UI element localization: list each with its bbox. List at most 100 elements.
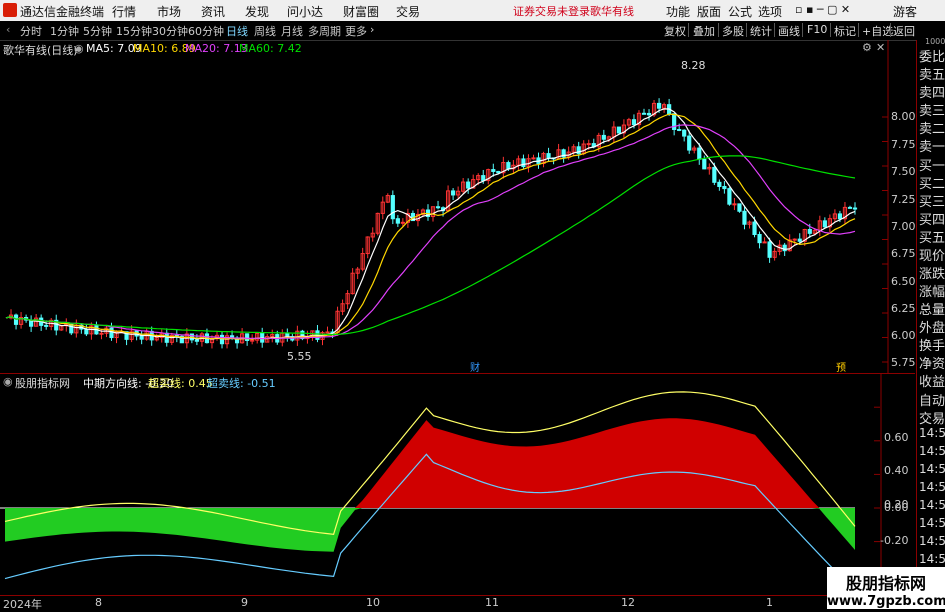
sidebar-item[interactable]: 换手 <box>919 335 945 354</box>
more-chevron-icon[interactable]: › <box>370 23 374 36</box>
toolbar-collapse-icon[interactable]: ‹ <box>6 23 10 36</box>
menu-item-formula[interactable]: 公式 <box>728 3 752 20</box>
candle-body <box>390 195 395 220</box>
tab-5min[interactable]: 5分钟 <box>83 23 112 39</box>
adjust-button[interactable]: 复权 <box>664 23 686 39</box>
sidebar-item[interactable]: 外盘 <box>919 317 945 336</box>
sidebar-item[interactable]: 净资 <box>919 353 945 372</box>
candle-body <box>792 238 797 241</box>
tab-multi-period[interactable]: 多周期 <box>308 23 341 39</box>
sidebar-item[interactable]: 买四 <box>919 209 945 228</box>
toolbar-divider <box>858 23 859 37</box>
event-financial-marker[interactable]: 财 <box>470 359 480 374</box>
quote-sidebar: 1000 委比 卖五 卖四 卖三 卖二 卖一 买一 买二 买三 买四 买五 现价… <box>916 37 945 609</box>
candle-body <box>400 221 405 224</box>
candle-body <box>797 238 802 242</box>
menu-item-wealth[interactable]: 财富圈 <box>343 3 379 20</box>
overlay-button[interactable]: 叠加 <box>693 23 715 39</box>
ind-y-tick: 0.60 <box>884 431 909 444</box>
draw-line-button[interactable]: 画线 <box>778 23 800 39</box>
login-notice[interactable]: 证券交易未登录 <box>513 3 590 19</box>
sidebar-item[interactable]: 卖二 <box>919 118 945 137</box>
sidebar-item[interactable]: 买二 <box>919 173 945 192</box>
tab-monthly[interactable]: 月线 <box>281 23 303 39</box>
tab-intraday[interactable]: 分时 <box>20 23 42 39</box>
tab-daily[interactable]: 日线 <box>226 23 248 39</box>
menu-item-function[interactable]: 功能 <box>666 3 690 20</box>
sidebar-item[interactable]: 涨幅 <box>919 281 945 300</box>
app-logo-icon <box>3 3 17 17</box>
back-button[interactable]: 返回 <box>893 23 915 39</box>
x-label: 12 <box>621 596 635 609</box>
sidebar-item[interactable]: 涨跌 <box>919 263 945 282</box>
sidebar-item[interactable]: 交易 <box>919 408 945 427</box>
ma10-line <box>5 113 856 340</box>
toolbar-divider <box>890 23 891 37</box>
candle-body <box>601 134 606 140</box>
sidebar-item[interactable]: 买五 <box>919 227 945 246</box>
sidebar-item[interactable]: 收益 <box>919 371 945 390</box>
sidebar-item[interactable]: 卖一 <box>919 136 945 155</box>
positive-area <box>5 418 855 508</box>
indicator-toggle-icon[interactable]: ◉ <box>3 375 13 388</box>
chart-title: 歌华有线(日线) <box>3 44 78 57</box>
y-tick: 6.00 <box>891 329 916 342</box>
panel-close-icon[interactable]: ✕ <box>876 41 885 54</box>
tab-30min[interactable]: 30分钟 <box>152 23 188 39</box>
ma60-label: MA60: 7.42 <box>239 42 302 55</box>
tab-60min[interactable]: 60分钟 <box>188 23 224 39</box>
sidebar-item[interactable]: 委比 <box>919 46 945 65</box>
price-chart-panel[interactable]: 歌华有线(日线) ◉ MA5: 7.09 MA10: 6.89 MA20: 7.… <box>0 40 916 374</box>
tab-weekly[interactable]: 周线 <box>254 23 276 39</box>
y-tick: 7.00 <box>891 220 916 233</box>
multi-stock-button[interactable]: 多股 <box>722 23 744 39</box>
toolbar-divider <box>774 23 775 37</box>
settings-gear-icon[interactable]: ⚙ <box>862 41 872 54</box>
low-price-mark: 5.55 <box>287 350 312 363</box>
sidebar-item[interactable]: 自动 <box>919 390 945 409</box>
tab-1min[interactable]: 1分钟 <box>50 23 79 39</box>
f10-button[interactable]: F10 <box>807 23 827 36</box>
add-watchlist-button[interactable]: +自选 <box>862 23 893 39</box>
stats-button[interactable]: 统计 <box>750 23 772 39</box>
menu-item-options[interactable]: 选项 <box>758 3 782 20</box>
menu-item-discover[interactable]: 发现 <box>245 3 269 20</box>
ma-toggle-icon[interactable]: ◉ <box>74 42 84 55</box>
menu-item-trade[interactable]: 交易 <box>396 3 420 20</box>
candle-body <box>44 324 49 327</box>
candle-body <box>496 170 501 174</box>
sidebar-item[interactable]: 买一 <box>919 155 945 174</box>
price-chart[interactable] <box>0 40 915 373</box>
candle-body <box>742 210 747 225</box>
menu-item-assistant[interactable]: 问小达 <box>287 3 323 20</box>
indicator-chart[interactable] <box>0 374 915 596</box>
sidebar-item[interactable]: 总量 <box>919 299 945 318</box>
candle-body <box>837 213 843 220</box>
ind-y-tick: 0.00 <box>884 501 909 514</box>
menu-item-market[interactable]: 市场 <box>157 3 181 20</box>
event-forecast-marker[interactable]: 预 <box>836 359 846 374</box>
window-controls-icon[interactable]: ▫ ▪ ─ ▢ ✕ <box>795 3 850 16</box>
mark-button[interactable]: 标记 <box>834 23 856 39</box>
user-label[interactable]: 游客 <box>893 3 917 20</box>
stock-name-link[interactable]: 歌华有线 <box>590 3 634 19</box>
candle-body <box>646 112 652 116</box>
sidebar-item[interactable]: 现价 <box>919 245 945 264</box>
sidebar-item[interactable]: 买三 <box>919 191 945 210</box>
candle-body <box>546 153 551 159</box>
oversold-label: 超卖线: -0.51 <box>207 377 276 390</box>
indicator-panel[interactable]: ◉ 股朋指标网 中期方向线: -0.20 超买线: 0.45 超卖线: -0.5… <box>0 373 915 596</box>
menu-item-layout[interactable]: 版面 <box>697 3 721 20</box>
sidebar-item[interactable]: 卖三 <box>919 100 945 119</box>
x-label: 8 <box>95 596 102 609</box>
tab-15min[interactable]: 15分钟 <box>116 23 152 39</box>
indicator-name[interactable]: 股朋指标网 <box>15 375 70 391</box>
menu-item-quotes[interactable]: 行情 <box>112 3 136 20</box>
sidebar-item[interactable]: 卖四 <box>919 82 945 101</box>
tab-more[interactable]: 更多 <box>345 23 367 39</box>
trade-time: 14:56 <box>919 534 945 548</box>
trade-time: 14:56 <box>919 444 945 458</box>
menu-item-news[interactable]: 资讯 <box>201 3 225 20</box>
candle-body <box>732 203 737 206</box>
sidebar-item[interactable]: 卖五 <box>919 64 945 83</box>
